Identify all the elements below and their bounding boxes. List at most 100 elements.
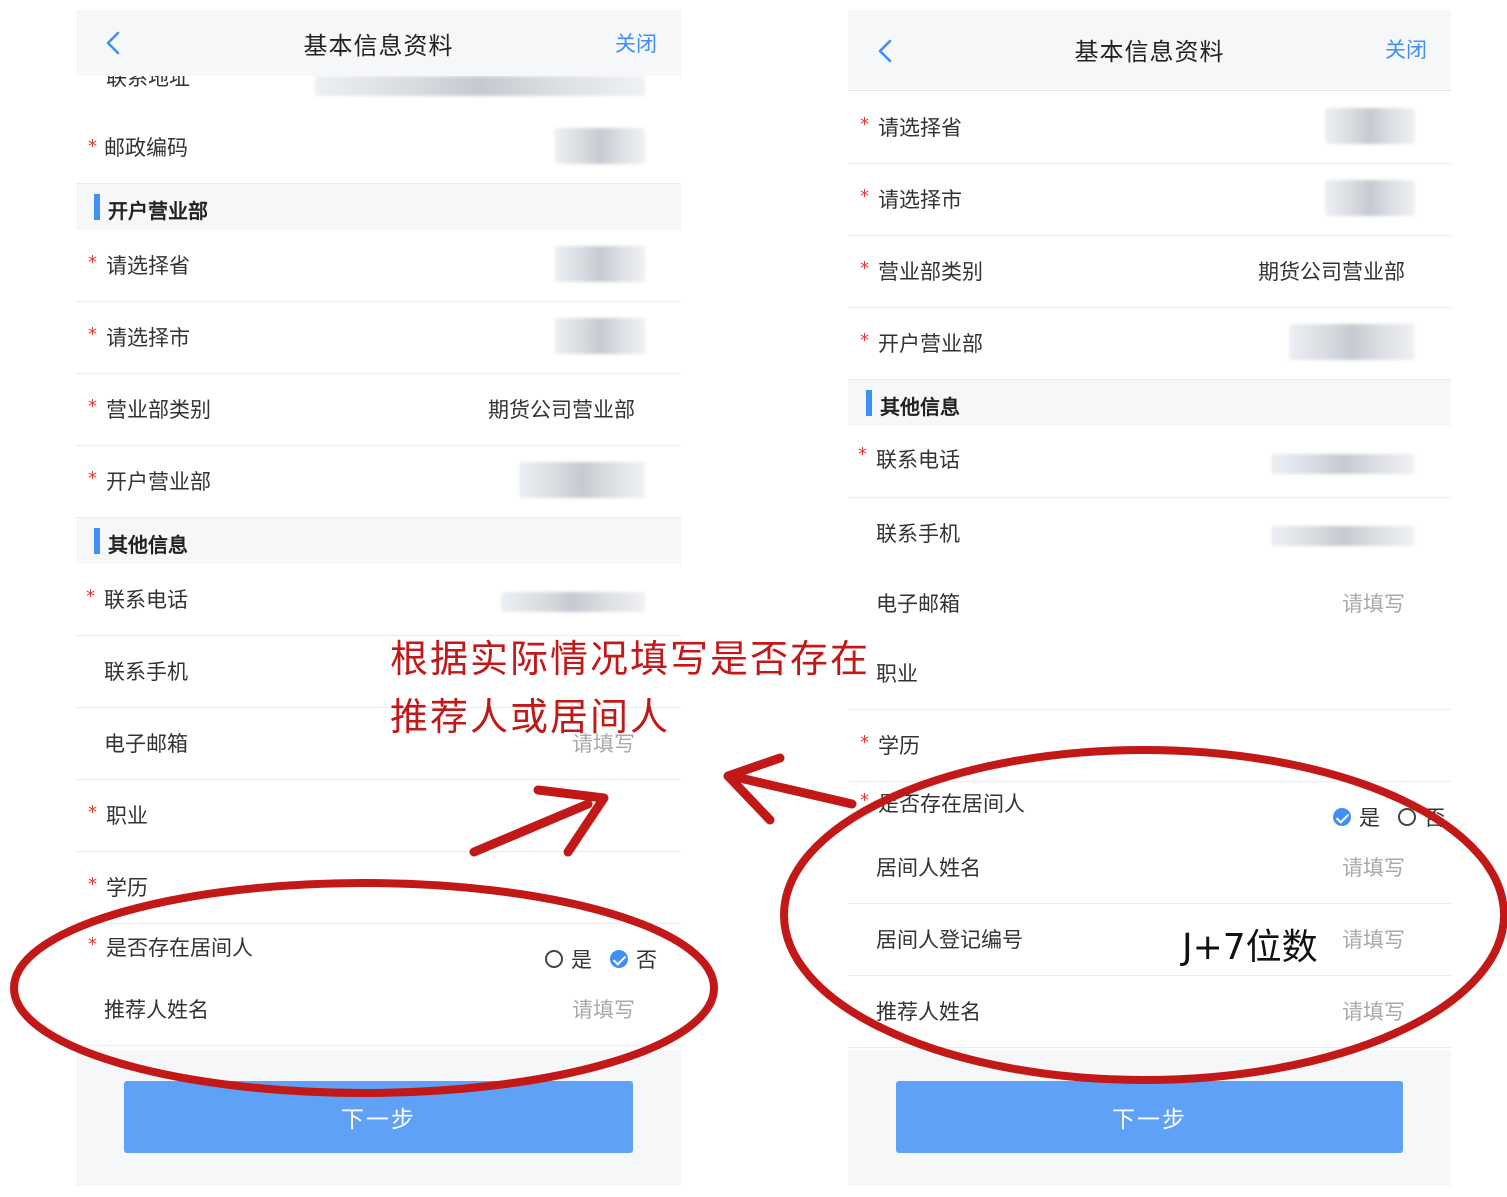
intermediary-name-input[interactable]: 请填写 — [1342, 852, 1405, 882]
mobile-value-blurred — [1271, 526, 1415, 546]
city-row[interactable]: * 请选择市 — [76, 302, 681, 374]
next-button[interactable]: 下一步 — [896, 1081, 1403, 1153]
province-row[interactable]: * 请选择省 — [848, 92, 1451, 164]
branch-type-value: 期货公司营业部 — [488, 398, 635, 422]
radio-no-checked[interactable] — [610, 950, 628, 968]
phone-row[interactable]: * 联系电话 — [848, 426, 1451, 498]
intermediary-radio-group: 是 否 — [545, 944, 657, 974]
occupation-row[interactable]: * 职业 — [76, 780, 681, 852]
city-value-blurred — [1325, 180, 1415, 216]
branch-type-value: 期货公司营业部 — [1258, 260, 1405, 284]
required-mark: * — [858, 444, 867, 465]
education-label: 学历 — [106, 876, 148, 900]
section-title: 其他信息 — [880, 395, 960, 419]
section-accent-bar — [94, 528, 100, 554]
occupation-label: 职业 — [876, 662, 918, 686]
city-row[interactable]: * 请选择市 — [848, 164, 1451, 236]
email-label: 电子邮箱 — [104, 732, 188, 756]
annotation-line-1: 根据实际情况填写是否存在 — [390, 637, 871, 681]
page-title: 基本信息资料 — [1074, 38, 1225, 66]
required-mark: * — [860, 732, 869, 753]
email-label: 电子邮箱 — [876, 592, 960, 616]
city-label: 请选择市 — [878, 188, 962, 212]
section-accent-bar — [866, 390, 872, 416]
intermediary-name-row[interactable]: 居间人姓名 请填写 — [848, 832, 1451, 904]
phone-row[interactable]: * 联系电话 — [76, 564, 681, 636]
occupation-label: 职业 — [106, 804, 148, 828]
next-button[interactable]: 下一步 — [124, 1081, 633, 1153]
branch-type-row[interactable]: * 营业部类别 期货公司营业部 — [76, 374, 681, 446]
radio-yes-label: 是 — [1359, 806, 1380, 830]
address-row-partial[interactable]: 联系地址 — [76, 76, 681, 113]
intermediary-id-input[interactable]: 请填写 — [1342, 924, 1405, 954]
radio-no-unchecked[interactable] — [1398, 808, 1416, 826]
intermediary-row[interactable]: * 是否存在居间人 是 否 — [76, 924, 681, 975]
branch-value-blurred — [519, 462, 645, 498]
mobile-label: 联系手机 — [876, 522, 960, 546]
education-label: 学历 — [878, 734, 920, 758]
province-label: 请选择省 — [106, 254, 190, 278]
referrer-row[interactable]: 推荐人姓名 请填写 — [848, 976, 1451, 1048]
province-row[interactable]: * 请选择省 — [76, 230, 681, 302]
radio-yes-label: 是 — [571, 948, 592, 972]
radio-yes-checked[interactable] — [1333, 808, 1351, 826]
page-title: 基本信息资料 — [303, 32, 454, 60]
city-value-blurred — [555, 318, 645, 354]
required-mark: * — [860, 114, 869, 135]
referrer-row[interactable]: 推荐人姓名 请填写 — [76, 974, 681, 1046]
required-mark: * — [88, 136, 97, 157]
nav-bar: 基本信息资料 关闭 — [76, 10, 681, 77]
email-row[interactable]: 电子邮箱 请填写 — [848, 568, 1451, 639]
branch-type-label: 营业部类别 — [878, 260, 983, 284]
close-button[interactable]: 关闭 — [1385, 34, 1427, 64]
right-phone-screen: 基本信息资料 关闭 * 请选择省 * 请选择市 * 营业部类别 期货公司营业部 … — [848, 10, 1451, 1186]
annotation-line-2: 推荐人或居间人 — [390, 695, 671, 739]
branch-row[interactable]: * 开户营业部 — [848, 308, 1451, 380]
province-value-blurred — [555, 246, 645, 282]
education-row[interactable]: * 学历 — [76, 852, 681, 924]
branch-value-blurred — [1289, 324, 1415, 360]
section-header-other: 其他信息 — [76, 518, 681, 565]
occupation-row[interactable]: 职业 — [848, 638, 1451, 710]
postal-code-row[interactable]: * 邮政编码 — [76, 112, 681, 184]
branch-type-row[interactable]: * 营业部类别 期货公司营业部 — [848, 236, 1451, 308]
education-row[interactable]: * 学历 — [848, 710, 1451, 782]
nav-bar: 基本信息资料 关闭 — [848, 10, 1451, 91]
required-mark: * — [86, 586, 95, 607]
required-mark: * — [88, 252, 97, 273]
required-mark: * — [88, 324, 97, 345]
referrer-input[interactable]: 请填写 — [572, 994, 635, 1024]
section-accent-bar — [94, 194, 100, 220]
phone-value-blurred — [1271, 454, 1415, 474]
close-button[interactable]: 关闭 — [615, 28, 657, 58]
mobile-label: 联系手机 — [104, 660, 188, 684]
province-label: 请选择省 — [878, 116, 962, 140]
section-header-other: 其他信息 — [848, 380, 1451, 427]
left-phone-screen: 基本信息资料 关闭 联系地址 * 邮政编码 开户营业部 * 请选择省 * 请选择… — [76, 10, 681, 1186]
branch-label: 开户营业部 — [878, 332, 983, 356]
mobile-row[interactable]: 联系手机 — [848, 498, 1451, 569]
intermediary-id-label: 居间人登记编号 — [876, 928, 1023, 952]
intermediary-label: 是否存在居间人 — [878, 792, 1025, 816]
province-value-blurred — [1325, 108, 1415, 144]
right-arrow-icon — [723, 753, 857, 825]
radio-yes-unchecked[interactable] — [545, 950, 563, 968]
email-input[interactable]: 请填写 — [1342, 588, 1405, 618]
branch-row[interactable]: * 开户营业部 — [76, 446, 681, 518]
radio-no-label: 否 — [636, 948, 657, 972]
required-mark: * — [88, 468, 97, 489]
phone-value-blurred — [501, 592, 645, 612]
bottom-area: 下一步 — [76, 1050, 681, 1186]
required-mark: * — [88, 802, 97, 823]
postal-code-label: 邮政编码 — [104, 136, 188, 160]
section-header-branch: 开户营业部 — [76, 184, 681, 231]
required-mark: * — [88, 396, 97, 417]
address-label: 联系地址 — [106, 76, 190, 90]
required-mark: * — [88, 934, 97, 955]
postal-code-value-blurred — [555, 128, 645, 164]
intermediary-row[interactable]: * 是否存在居间人 是 否 — [848, 782, 1451, 833]
phone-label: 联系电话 — [104, 588, 188, 612]
referrer-input[interactable]: 请填写 — [1342, 996, 1405, 1026]
intermediary-radio-group: 是 否 — [1333, 802, 1445, 832]
intermediary-id-row[interactable]: 居间人登记编号 请填写 — [848, 904, 1451, 976]
